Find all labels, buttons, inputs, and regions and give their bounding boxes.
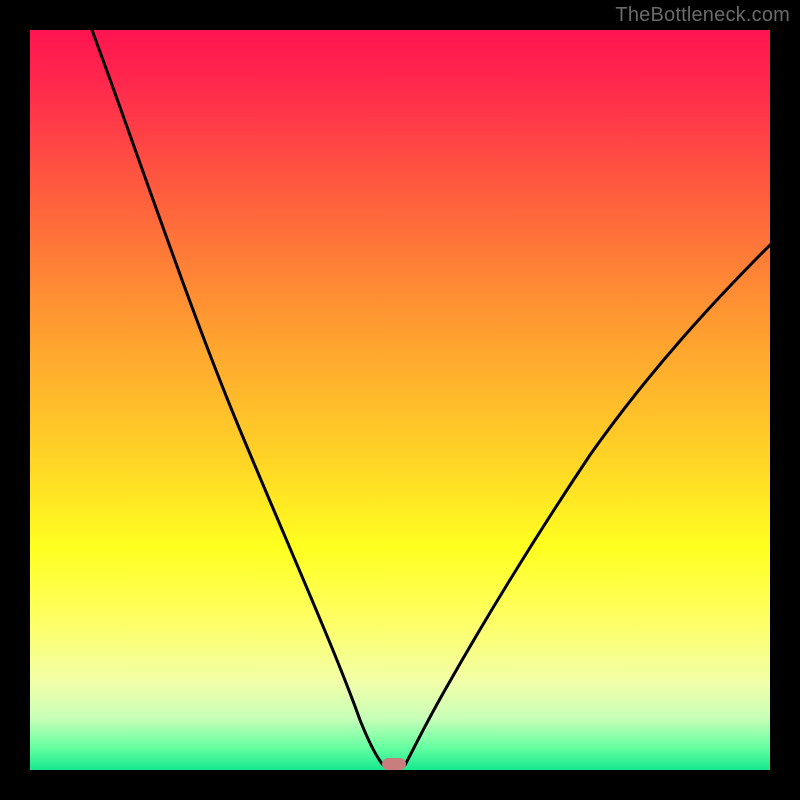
chart-plot-area: [30, 30, 770, 770]
bottleneck-curve: [30, 30, 770, 770]
optimal-marker: [382, 758, 406, 770]
watermark-text: TheBottleneck.com: [615, 4, 790, 27]
curve-right-branch: [405, 245, 770, 765]
curve-left-branch: [92, 30, 383, 765]
